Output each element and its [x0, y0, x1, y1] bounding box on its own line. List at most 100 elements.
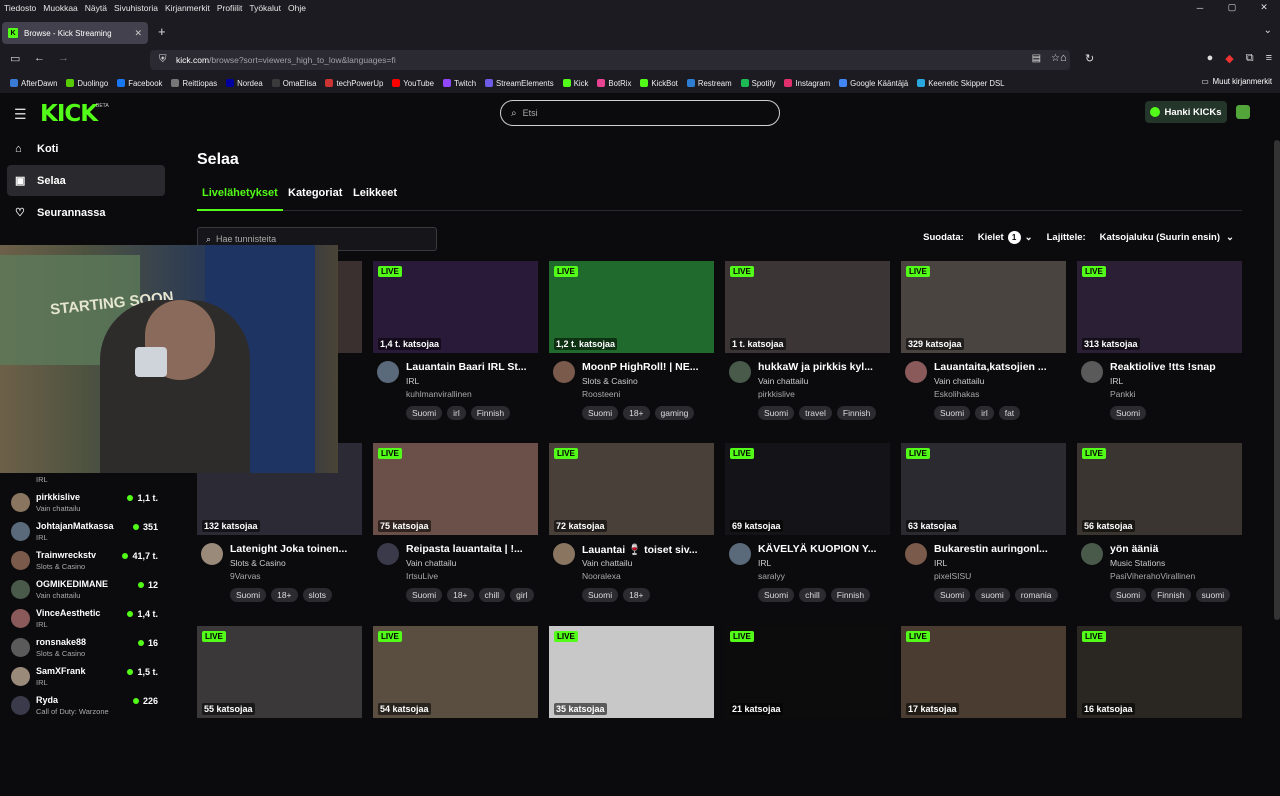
tag-chip[interactable]: suomi [1195, 588, 1231, 602]
stream-thumbnail[interactable]: LIVE 1 t. katsojaa [725, 261, 890, 353]
stream-thumbnail[interactable]: LIVE 17 katsojaa [901, 626, 1066, 718]
streamer-name[interactable]: IrtsuLive [406, 571, 438, 581]
bookmark-item[interactable]: Reittiopas [171, 79, 217, 88]
bookmark-item[interactable]: Duolingo [66, 79, 108, 88]
stream-thumbnail[interactable]: LIVE 35 katsojaa [549, 626, 714, 718]
stream-card[interactable]: LIVE 313 katsojaa Reaktiolive !tts !snap IR… [1077, 261, 1242, 431]
tag-chip[interactable]: Suomi [758, 406, 795, 420]
bookmark-item[interactable]: BotRix [597, 79, 631, 88]
stream-title[interactable]: Reipasta lauantaita | !... [406, 543, 538, 555]
stream-title[interactable]: Lauantaita,katsojien ... [934, 361, 1066, 373]
stream-category[interactable]: IRL [934, 558, 947, 568]
stream-card[interactable]: LIVE 63 katsojaa Bukarestin auringonl... IR… [901, 443, 1066, 613]
account-icon[interactable]: ● [1207, 52, 1214, 65]
tag-chip[interactable]: Suomi [1110, 588, 1147, 602]
stream-thumbnail[interactable]: LIVE 21 katsojaa [725, 626, 890, 718]
stream-thumbnail[interactable]: LIVE 1,4 t. katsojaa [373, 261, 538, 353]
bookmark-item[interactable]: Restream [686, 79, 732, 88]
tag-chip[interactable]: Finnish [830, 588, 871, 602]
tag-chip[interactable]: chill [799, 588, 826, 602]
avatar[interactable] [905, 543, 927, 565]
stream-thumbnail[interactable]: LIVE 63 katsojaa [901, 443, 1066, 535]
tag-chip[interactable]: Suomi [406, 406, 443, 420]
url-bar[interactable]: ⛨ kick.com/browse?sort=viewers_high_to_l… [150, 50, 1070, 70]
menu-item[interactable]: Työkalut [249, 3, 281, 13]
streamer-name[interactable]: pixelSISU [934, 571, 971, 581]
tag-chip[interactable]: 18+ [623, 406, 650, 420]
reload-icon[interactable]: ↻ [1085, 52, 1094, 65]
stream-card[interactable]: LIVE 56 katsojaa yön ääniä Music Stations Pa… [1077, 443, 1242, 613]
stream-title[interactable]: MoonP HighRoll! | NE... [582, 361, 714, 373]
stream-thumbnail[interactable]: LIVE 75 katsojaa [373, 443, 538, 535]
bookmark-item[interactable]: Keenetic Skipper DSL [917, 79, 1005, 88]
tag-chip[interactable]: irl [975, 406, 994, 420]
streamer-name[interactable]: saralyy [758, 571, 785, 581]
avatar[interactable] [553, 543, 575, 565]
avatar[interactable] [377, 543, 399, 565]
tag-chip[interactable]: 18+ [447, 588, 474, 602]
avatar[interactable] [1081, 361, 1103, 383]
sidebar-channel[interactable]: pirkkislive Vain chattailu 1,1 t. [0, 488, 180, 517]
streamer-name[interactable]: Roosteeni [582, 389, 620, 399]
menu-item[interactable]: Tiedosto [4, 3, 36, 13]
bookmark-item[interactable]: AfterDawn [10, 79, 57, 88]
tag-chip[interactable]: Suomi [934, 406, 971, 420]
sidebar-item-following[interactable]: ♡ Seurannassa [7, 197, 165, 228]
stream-category[interactable]: Slots & Casino [582, 376, 638, 386]
stream-category[interactable]: Vain chattailu [934, 376, 984, 386]
stream-thumbnail[interactable]: LIVE 329 katsojaa [901, 261, 1066, 353]
bookmark-star-icon[interactable]: ☆ [1051, 53, 1060, 64]
stream-title[interactable]: yön ääniä [1110, 543, 1242, 555]
tag-chip[interactable]: Suomi [582, 406, 619, 420]
avatar[interactable] [729, 543, 751, 565]
stream-title[interactable]: Lauantai 🍷 toiset siv... [582, 543, 714, 556]
minimize-icon[interactable]: ─ [1184, 0, 1216, 15]
tag-chip[interactable]: 18+ [271, 588, 298, 602]
tag-chip[interactable]: Finnish [836, 406, 877, 420]
kick-logo[interactable]: KICK [40, 101, 98, 127]
tab-close-icon[interactable]: ✕ [134, 28, 142, 39]
bookmark-item[interactable]: Google Kääntäjä [839, 79, 908, 88]
stream-category[interactable]: Vain chattailu [406, 558, 456, 568]
languages-filter[interactable]: Kielet 1 ⌄ [978, 231, 1033, 244]
stream-card[interactable]: LIVE 1,4 t. katsojaa Lauantain Baari IRL S… [373, 261, 538, 431]
tag-chip[interactable]: irl [447, 406, 466, 420]
sort-select[interactable]: Katsojaluku (Suurin ensin) ⌄ [1100, 232, 1234, 243]
stream-card[interactable]: LIVE 1,2 t. katsojaa MoonP HighRoll! | NE.… [549, 261, 714, 431]
avatar[interactable] [729, 361, 751, 383]
bookmark-item[interactable]: StreamElements [485, 79, 554, 88]
streamer-name[interactable]: pirkkislive [758, 389, 795, 399]
bookmark-item[interactable]: Nordea [226, 79, 263, 88]
menu-icon[interactable]: ≡ [1266, 52, 1272, 65]
other-bookmarks[interactable]: ▭ Muut kirjanmerkit [1201, 77, 1272, 86]
stream-thumbnail[interactable]: LIVE 69 katsojaa [725, 443, 890, 535]
stream-title[interactable]: hukkaW ja pirkkis kyl... [758, 361, 890, 373]
hamburger-menu-icon[interactable]: ☰ [14, 106, 27, 123]
stream-category[interactable]: Vain chattailu [758, 376, 808, 386]
sidebar-channel[interactable]: OGMIKEDIMANE Vain chattailu 12 [0, 575, 180, 604]
stream-category[interactable]: IRL [1110, 376, 1123, 386]
tag-chip[interactable]: Suomi [230, 588, 267, 602]
tag-chip[interactable]: gaming [654, 406, 695, 420]
tag-chip[interactable]: Suomi [582, 588, 619, 602]
search-input[interactable]: ⌕ Etsi [500, 100, 780, 126]
avatar[interactable] [201, 543, 223, 565]
tag-chip[interactable]: Suomi [1110, 406, 1147, 420]
avatar[interactable] [905, 361, 927, 383]
extension-icon[interactable]: ◆ [1225, 52, 1233, 65]
stream-card[interactable]: LIVE 21 katsojaa [725, 626, 890, 796]
menu-item[interactable]: Näytä [85, 3, 107, 13]
sidebar-channel[interactable]: JohtajanMatkassa IRL 351 [0, 517, 180, 546]
reader-view-icon[interactable]: ▤ [1032, 53, 1041, 64]
stream-card[interactable]: LIVE 55 katsojaa [197, 626, 362, 796]
forward-icon[interactable]: → [58, 52, 69, 64]
tag-chip[interactable]: travel [799, 406, 832, 420]
tag-chip[interactable]: chill [478, 588, 506, 602]
stream-category[interactable]: Music Stations [1110, 558, 1165, 568]
stream-card[interactable]: LIVE 72 katsojaa Lauantai 🍷 toiset siv... V… [549, 443, 714, 613]
stream-title[interactable]: Bukarestin auringonl... [934, 543, 1066, 555]
tag-chip[interactable]: Suomi [406, 588, 443, 602]
stream-title[interactable]: Lauantain Baari IRL St... [406, 361, 538, 373]
bookmark-item[interactable]: Twitch [442, 79, 476, 88]
stream-title[interactable]: Reaktiolive !tts !snap [1110, 361, 1242, 373]
